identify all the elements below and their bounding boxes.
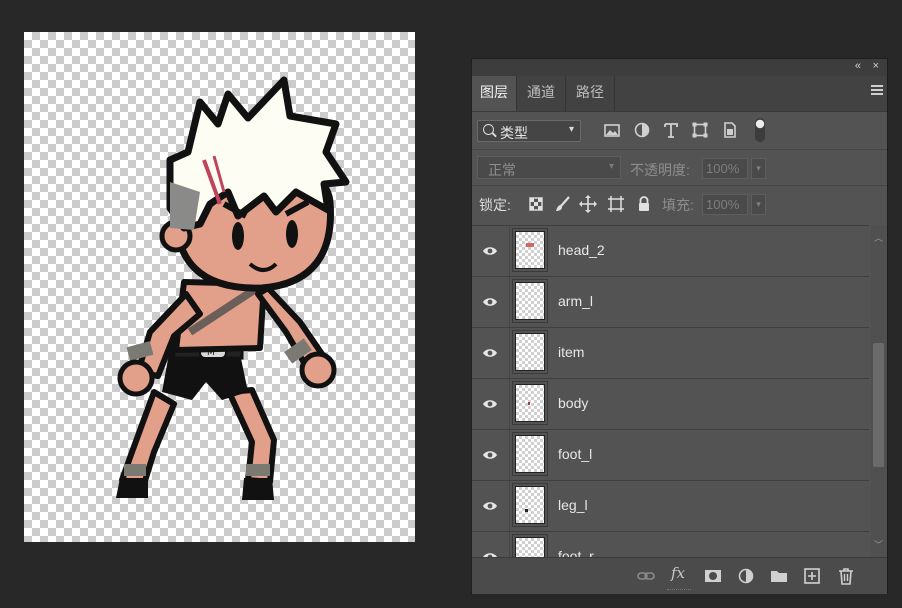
link-layers-icon[interactable]	[636, 566, 656, 586]
image-filter-icon[interactable]	[602, 120, 622, 140]
fill-field[interactable]: 100%	[702, 194, 748, 215]
layer-name: arm_l	[558, 293, 594, 309]
chevron-down-icon: ▾	[608, 161, 614, 172]
opacity-label: 不透明度:	[630, 162, 690, 178]
type-filter-icon[interactable]	[661, 120, 681, 140]
eye-icon[interactable]	[482, 447, 498, 463]
collapse-panel-button[interactable]: «	[855, 60, 861, 72]
tab-paths[interactable]: 路径	[566, 76, 615, 111]
blend-row: 正常 ▾ 不透明度: 100% ▾	[472, 151, 887, 186]
fill-label: 填充:	[662, 197, 694, 213]
scroll-down-icon[interactable]: ﹀	[874, 538, 883, 551]
new-layer-icon[interactable]	[802, 566, 822, 586]
lock-transparent-pixels-icon[interactable]	[526, 194, 546, 214]
layer-row[interactable]: item	[472, 328, 869, 379]
layer-name: item	[558, 344, 585, 360]
fill-slider-button[interactable]: ▾	[751, 194, 766, 215]
layers-scrollbar[interactable]: ︿ ﹀	[871, 225, 887, 557]
layer-row[interactable]: leg_l	[472, 481, 869, 532]
tab-channels[interactable]: 通道	[517, 76, 566, 111]
opacity-slider-button[interactable]: ▾	[751, 158, 766, 179]
eye-icon[interactable]	[482, 396, 498, 412]
close-panel-button[interactable]: ×	[873, 60, 879, 72]
layers-list: head_2 arm_l item body foot_l leg_l foot…	[472, 225, 869, 558]
scroll-up-icon[interactable]: ︿	[874, 231, 883, 244]
lock-label: 锁定:	[479, 197, 511, 213]
filter-kind-label: 类型	[500, 125, 528, 141]
filter-kind-select[interactable]: 类型 ▾	[477, 120, 581, 142]
character-artwork: M	[116, 76, 350, 500]
search-icon	[483, 124, 494, 135]
delete-layer-icon[interactable]	[836, 566, 856, 586]
eye-icon[interactable]	[482, 294, 498, 310]
layer-row[interactable]: head_2	[472, 226, 869, 277]
layer-thumbnail	[515, 333, 545, 371]
fx-icon[interactable]: fx	[671, 564, 691, 584]
panel-tabbar: 图层 通道 路径	[472, 76, 887, 112]
adjustment-layer-icon[interactable]	[736, 566, 756, 586]
lock-artboard-icon[interactable]	[606, 194, 626, 214]
smart-object-filter-icon[interactable]	[720, 120, 740, 140]
lock-row: 锁定: 填充: 100% ▾	[472, 187, 887, 221]
panel-menu-icon[interactable]	[871, 85, 883, 95]
panel-resize-grip[interactable]	[667, 589, 691, 593]
layer-name: body	[558, 395, 589, 411]
add-mask-icon[interactable]	[703, 566, 723, 586]
layer-thumbnail	[515, 282, 545, 320]
layer-name: head_2	[558, 242, 605, 258]
layer-name: foot_l	[558, 446, 593, 462]
layer-thumbnail	[515, 486, 545, 524]
layer-name: leg_l	[558, 497, 588, 513]
scrollbar-thumb[interactable]	[873, 343, 884, 467]
eye-icon[interactable]	[482, 345, 498, 361]
tab-layers[interactable]: 图层	[472, 76, 517, 111]
new-group-icon[interactable]	[769, 566, 789, 586]
lock-all-icon[interactable]	[634, 194, 654, 214]
layer-row[interactable]: foot_l	[472, 430, 869, 481]
document-canvas[interactable]: M	[24, 32, 415, 542]
filter-toggle-icon[interactable]	[752, 116, 768, 144]
blend-mode-value: 正常	[488, 162, 516, 178]
shape-filter-icon[interactable]	[690, 120, 710, 140]
blend-mode-select[interactable]: 正常 ▾	[477, 156, 621, 179]
lock-position-icon[interactable]	[578, 194, 598, 214]
layer-row[interactable]: foot_r	[472, 532, 869, 558]
layers-bottom-toolbar: fx	[472, 557, 887, 594]
eye-icon[interactable]	[482, 498, 498, 514]
chevron-down-icon: ▾	[568, 124, 574, 135]
layer-row[interactable]: arm_l	[472, 277, 869, 328]
layer-thumbnail	[515, 231, 545, 269]
layer-thumbnail	[515, 537, 545, 558]
opacity-field[interactable]: 100%	[702, 158, 748, 179]
eye-icon[interactable]	[482, 243, 498, 259]
layers-panel: « × 图层 通道 路径 类型 ▾ 正常 ▾ 不透明度: 100% ▾ 锁定: …	[471, 58, 888, 594]
filter-row: 类型 ▾	[472, 112, 887, 150]
layer-thumbnail	[515, 435, 545, 473]
layer-row[interactable]: body	[472, 379, 869, 430]
layer-thumbnail	[515, 384, 545, 422]
lock-image-pixels-icon[interactable]	[553, 194, 573, 214]
adjustment-filter-icon[interactable]	[632, 120, 652, 140]
panel-titlebar: « ×	[472, 59, 887, 76]
